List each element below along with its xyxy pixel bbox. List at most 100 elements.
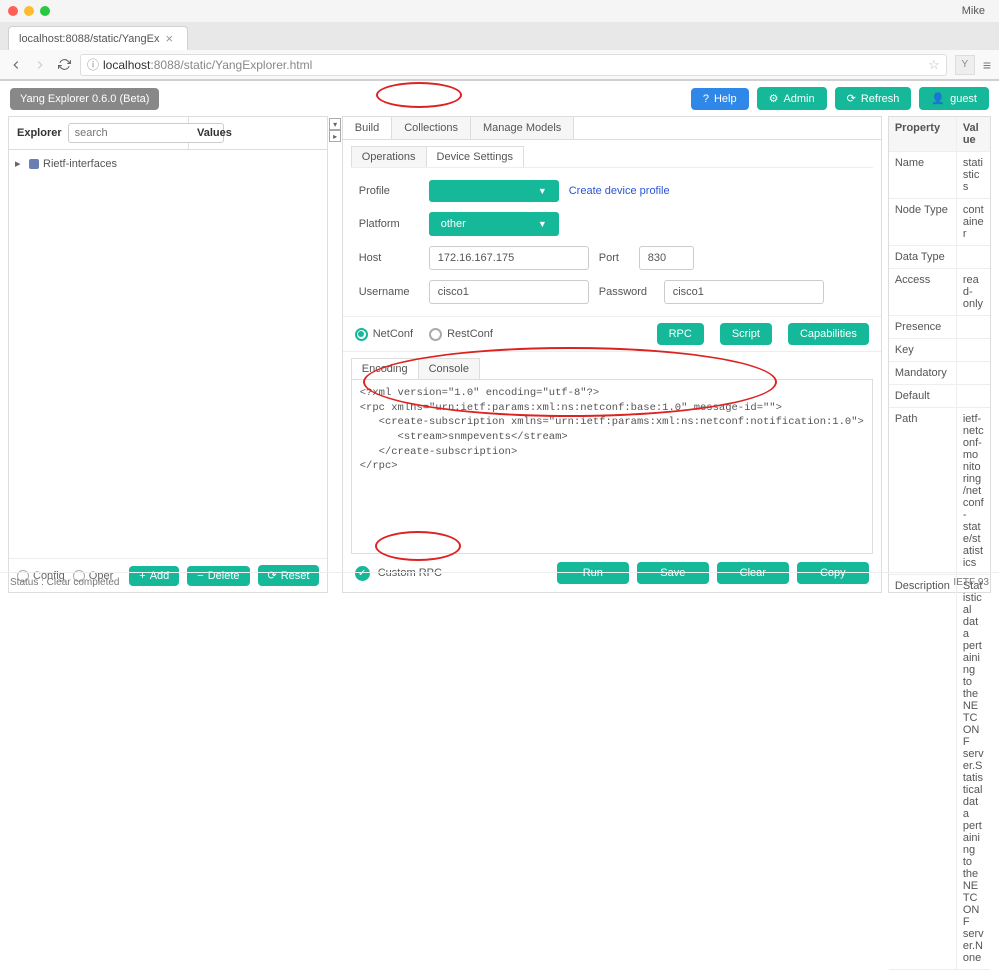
profile-label: Profile [359, 185, 419, 197]
property-key: Access [889, 269, 957, 315]
tree-node-label: Rietf-interfaces [43, 158, 117, 170]
property-value [957, 362, 990, 384]
prop-header-value: Value [957, 117, 990, 151]
property-key: Presence [889, 316, 957, 338]
tab-build[interactable]: Build [343, 117, 392, 139]
username-input[interactable] [429, 280, 589, 304]
forward-icon[interactable] [32, 57, 48, 73]
capabilities-button[interactable]: Capabilities [788, 323, 869, 345]
property-key: Path [889, 408, 957, 574]
help-button[interactable]: ?Help [691, 88, 749, 110]
property-row: Namestatistics [889, 152, 990, 199]
refresh-button[interactable]: ⟳Refresh [835, 87, 912, 110]
device-settings-form: Profile ▼ Create device profile Platform… [343, 168, 881, 316]
property-value [957, 246, 990, 268]
script-button[interactable]: Script [720, 323, 772, 345]
app-topbar: Yang Explorer 0.6.0 (Beta) ?Help ⚙Admin … [0, 81, 999, 116]
admin-button[interactable]: ⚙Admin [757, 87, 827, 110]
property-key: Data Type [889, 246, 957, 268]
property-row: Data Type [889, 246, 990, 269]
chevron-down-icon: ▼ [538, 219, 547, 229]
profile-select[interactable]: ▼ [429, 180, 559, 202]
panel-splitter[interactable]: ▾ ▸ [328, 116, 341, 593]
property-key: Default [889, 385, 957, 407]
status-right: IETF 93 [953, 577, 989, 588]
url-text: localhost:8088/static/YangExplorer.html [103, 58, 312, 72]
property-row: Key [889, 339, 990, 362]
reload-icon[interactable] [56, 57, 72, 73]
bookmark-star-icon[interactable]: ☆ [928, 57, 940, 73]
xml-editor[interactable]: <?xml version="1.0" encoding="utf-8"?> <… [351, 379, 873, 554]
password-input[interactable] [664, 280, 824, 304]
property-key: Node Type [889, 199, 957, 245]
encoding-tab[interactable]: Encoding [351, 358, 419, 379]
property-value: statistics [957, 152, 990, 198]
help-icon: ? [703, 93, 709, 105]
main-panel: Build Collections Manage Models Operatio… [342, 116, 882, 593]
host-input[interactable] [429, 246, 589, 270]
property-value [957, 316, 990, 338]
window-controls [8, 6, 50, 16]
property-value: Statistical data pertaining to the NETCO… [957, 575, 990, 969]
chevron-down-icon[interactable]: ▾ [329, 118, 341, 130]
tab-close-icon[interactable]: × [165, 32, 173, 45]
guest-button[interactable]: 👤guest [919, 87, 989, 110]
property-key: Description [889, 575, 957, 969]
property-key: Mandatory [889, 362, 957, 384]
address-bar[interactable]: ⓘ localhost:8088/static/YangExplorer.htm… [80, 54, 947, 76]
browser-menu-icon[interactable]: ≡ [983, 57, 991, 73]
property-key: Name [889, 152, 957, 198]
property-row: Mandatory [889, 362, 990, 385]
property-row: Default [889, 385, 990, 408]
console-tab[interactable]: Console [418, 358, 480, 379]
explorer-panel: Explorer Values ▸ Rietf-interfaces Confi… [8, 116, 328, 593]
explorer-heading: Explorer [9, 117, 189, 149]
yang-tree[interactable]: ▸ Rietf-interfaces [9, 150, 327, 558]
password-label: Password [599, 286, 654, 298]
property-value: ietf-netconf-monitoring/netconf-state/st… [957, 408, 990, 574]
values-heading: Values [189, 121, 327, 145]
restconf-radio[interactable]: RestConf [429, 328, 493, 341]
gear-icon: ⚙ [769, 92, 779, 105]
tab-manage-models[interactable]: Manage Models [471, 117, 574, 139]
port-input[interactable] [639, 246, 694, 270]
info-icon[interactable]: ⓘ [87, 56, 99, 73]
subtab-operations[interactable]: Operations [351, 146, 427, 167]
port-label: Port [599, 252, 629, 264]
tab-title: localhost:8088/static/YangEx [19, 33, 159, 45]
property-row: DescriptionStatistical data pertaining t… [889, 575, 990, 970]
property-value: container [957, 199, 990, 245]
browser-user-label[interactable]: Mike [962, 5, 991, 17]
main-tabs: Build Collections Manage Models [343, 117, 881, 140]
username-label: Username [359, 286, 419, 298]
property-row: Presence [889, 316, 990, 339]
property-row: Accessread-only [889, 269, 990, 316]
prop-header-key: Property [889, 117, 957, 151]
property-row: Pathietf-netconf-monitoring/netconf-stat… [889, 408, 990, 575]
property-panel: PropertyValueNamestatisticsNode Typecont… [888, 116, 991, 593]
property-value: read-only [957, 269, 990, 315]
create-profile-link[interactable]: Create device profile [569, 185, 670, 197]
status-bar: Status : Clear completed IETF 93 [0, 572, 999, 592]
status-text: Status : Clear completed [10, 577, 120, 588]
browser-tab[interactable]: localhost:8088/static/YangEx × [8, 26, 188, 50]
close-window-icon[interactable] [8, 6, 18, 16]
rpc-button[interactable]: RPC [657, 323, 704, 345]
version-badge: Yang Explorer 0.6.0 (Beta) [10, 88, 159, 110]
module-icon [29, 159, 39, 169]
netconf-radio[interactable]: NetConf [355, 328, 413, 341]
tree-node[interactable]: ▸ Rietf-interfaces [9, 154, 327, 173]
extension-icon[interactable]: Y [955, 55, 975, 75]
platform-select[interactable]: other▼ [429, 212, 559, 236]
property-row: Node Typecontainer [889, 199, 990, 246]
chevron-down-icon: ▼ [538, 186, 547, 196]
minimize-window-icon[interactable] [24, 6, 34, 16]
tab-collections[interactable]: Collections [392, 117, 471, 139]
chevron-right-icon[interactable]: ▸ [329, 130, 341, 142]
expand-icon[interactable]: ▸ [15, 157, 25, 170]
subtab-device-settings[interactable]: Device Settings [426, 146, 524, 167]
back-icon[interactable] [8, 57, 24, 73]
user-icon: 👤 [931, 92, 945, 105]
property-value [957, 385, 990, 407]
maximize-window-icon[interactable] [40, 6, 50, 16]
